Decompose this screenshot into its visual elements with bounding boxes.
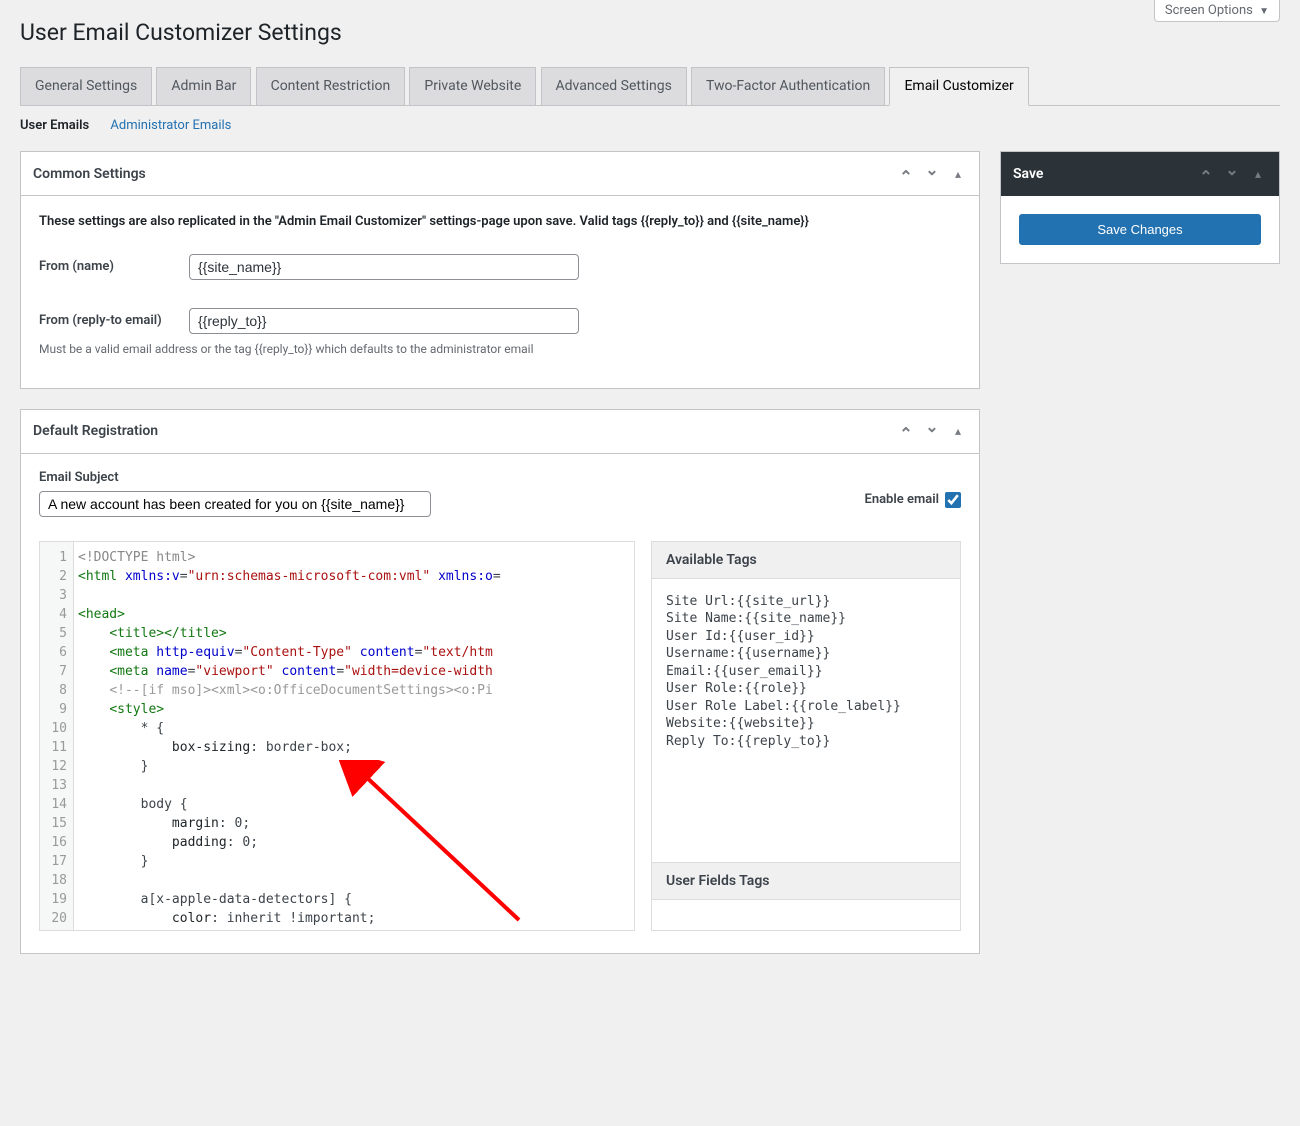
move-down-icon[interactable] bbox=[923, 165, 941, 183]
move-up-icon[interactable] bbox=[1197, 165, 1215, 183]
common-settings-box: Common Settings These settings are also … bbox=[20, 151, 980, 389]
enable-email-checkbox[interactable] bbox=[945, 492, 961, 508]
nav-tab-email-customizer[interactable]: Email Customizer bbox=[889, 67, 1028, 106]
screen-options-toggle[interactable]: Screen Options ▼ bbox=[1154, 0, 1280, 22]
common-settings-title: Common Settings bbox=[33, 166, 897, 182]
save-box-title: Save bbox=[1013, 166, 1197, 182]
available-tag: Email:{{user_email}} bbox=[666, 663, 946, 681]
move-down-icon[interactable] bbox=[1223, 165, 1241, 183]
available-tag: Username:{{username}} bbox=[666, 645, 946, 663]
sub-tab-admin-emails[interactable]: Administrator Emails bbox=[110, 118, 231, 133]
nav-tab-content-restriction[interactable]: Content Restriction bbox=[256, 67, 406, 105]
available-tags-header: Available Tags bbox=[652, 542, 960, 579]
email-subject-input[interactable] bbox=[39, 491, 431, 517]
tags-panel: Available Tags Site Url:{{site_url}}Site… bbox=[651, 541, 961, 931]
screen-options-label: Screen Options bbox=[1165, 3, 1253, 18]
page-title: User Email Customizer Settings bbox=[20, 10, 1280, 66]
email-subject-label: Email Subject bbox=[39, 470, 431, 485]
from-email-label: From (reply-to email) bbox=[39, 313, 189, 328]
available-tag: User Role:{{role}} bbox=[666, 680, 946, 698]
available-tag: Site Name:{{site_name}} bbox=[666, 610, 946, 628]
nav-tab-admin-bar[interactable]: Admin Bar bbox=[156, 67, 251, 105]
from-email-input[interactable] bbox=[189, 308, 579, 334]
from-name-label: From (name) bbox=[39, 259, 189, 274]
nav-tab-two-factor-authentication[interactable]: Two-Factor Authentication bbox=[691, 67, 885, 105]
user-fields-tags-header: User Fields Tags bbox=[652, 862, 960, 900]
move-up-icon[interactable] bbox=[897, 422, 915, 440]
from-name-input[interactable] bbox=[189, 254, 579, 280]
toggle-panel-icon[interactable] bbox=[949, 165, 967, 183]
default-registration-title: Default Registration bbox=[33, 423, 897, 439]
enable-email-label: Enable email bbox=[864, 492, 939, 507]
code-editor[interactable]: 1234567891011121314151617181920 <!DOCTYP… bbox=[39, 541, 635, 931]
nav-tab-private-website[interactable]: Private Website bbox=[409, 67, 536, 105]
move-down-icon[interactable] bbox=[923, 422, 941, 440]
save-changes-button[interactable]: Save Changes bbox=[1019, 214, 1261, 245]
from-email-desc: Must be a valid email address or the tag… bbox=[39, 342, 961, 356]
available-tag: User Id:{{user_id}} bbox=[666, 628, 946, 646]
sub-tab-user-emails[interactable]: User Emails bbox=[20, 118, 89, 133]
toggle-panel-icon[interactable] bbox=[1249, 165, 1267, 183]
common-description: These settings are also replicated in th… bbox=[39, 212, 961, 232]
available-tag: User Role Label:{{role_label}} bbox=[666, 698, 946, 716]
save-box: Save Save Changes bbox=[1000, 151, 1280, 264]
available-tag: Site Url:{{site_url}} bbox=[666, 593, 946, 611]
available-tag: Website:{{website}} bbox=[666, 715, 946, 733]
available-tag: Reply To:{{reply_to}} bbox=[666, 733, 946, 751]
chevron-down-icon: ▼ bbox=[1259, 6, 1269, 17]
sub-tabs: User Emails Administrator Emails bbox=[20, 106, 1280, 151]
nav-tab-wrapper: General SettingsAdmin BarContent Restric… bbox=[20, 66, 1280, 106]
toggle-panel-icon[interactable] bbox=[949, 422, 967, 440]
nav-tab-general-settings[interactable]: General Settings bbox=[20, 67, 152, 105]
move-up-icon[interactable] bbox=[897, 165, 915, 183]
default-registration-box: Default Registration Email Subject bbox=[20, 409, 980, 954]
nav-tab-advanced-settings[interactable]: Advanced Settings bbox=[541, 67, 687, 105]
